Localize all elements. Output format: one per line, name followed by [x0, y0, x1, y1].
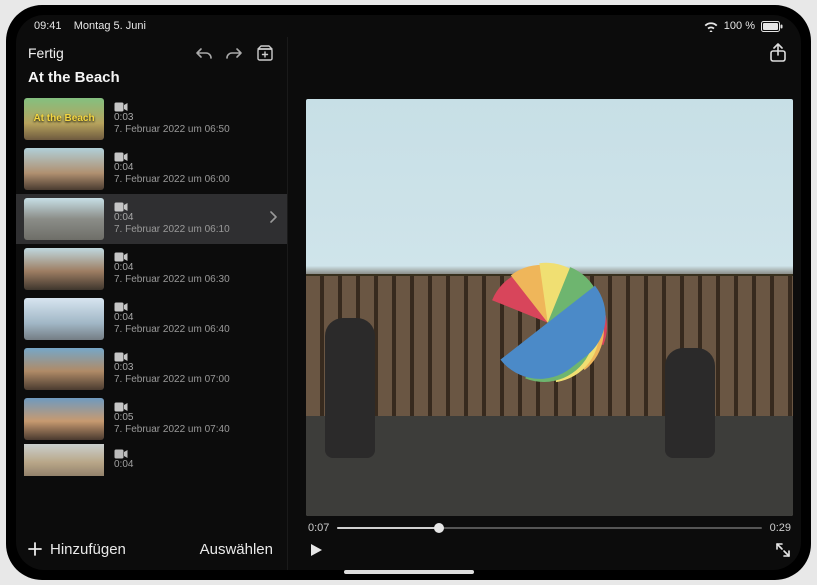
video-icon	[114, 202, 128, 212]
preview-video[interactable]	[306, 99, 793, 516]
video-icon	[114, 302, 128, 312]
clip-row[interactable]: 0:04	[16, 444, 287, 476]
clip-meta: 0:047. Februar 2022 um 06:40	[114, 302, 230, 337]
clip-row[interactable]: 0:047. Februar 2022 um 06:40	[16, 294, 287, 344]
clip-timestamp: 7. Februar 2022 um 06:10	[114, 224, 230, 237]
clip-row[interactable]: 0:057. Februar 2022 um 07:40	[16, 394, 287, 444]
clip-thumbnail	[24, 298, 104, 340]
status-battery-text: 100 %	[724, 20, 755, 32]
clip-thumbnail	[24, 198, 104, 240]
play-button[interactable]	[308, 542, 324, 558]
clip-meta: 0:047. Februar 2022 um 06:30	[114, 252, 230, 287]
clip-thumbnail	[24, 148, 104, 190]
clip-meta: 0:037. Februar 2022 um 07:00	[114, 352, 230, 387]
undo-button[interactable]	[195, 46, 213, 60]
clip-duration: 0:03	[114, 112, 230, 125]
clip-duration: 0:04	[114, 262, 230, 275]
video-icon	[114, 102, 128, 112]
playhead-current-time: 0:07	[308, 522, 329, 534]
video-icon	[114, 402, 128, 412]
clip-timestamp: 7. Februar 2022 um 07:40	[114, 424, 230, 437]
clip-timestamp: 7. Februar 2022 um 07:00	[114, 374, 230, 387]
chevron-right-icon	[269, 210, 277, 228]
clip-row[interactable]: 0:047. Februar 2022 um 06:00	[16, 144, 287, 194]
clip-timestamp: 7. Februar 2022 um 06:50	[114, 124, 230, 137]
clip-duration: 0:04	[114, 459, 133, 472]
video-icon	[114, 449, 128, 459]
clip-thumbnail	[24, 444, 104, 476]
clip-meta: 0:057. Februar 2022 um 07:40	[114, 402, 230, 437]
clip-meta: 0:04	[114, 449, 133, 472]
clip-meta: 0:037. Februar 2022 um 06:50	[114, 102, 230, 137]
clip-duration: 0:04	[114, 312, 230, 325]
wifi-icon	[704, 21, 718, 32]
clip-thumbnail	[24, 398, 104, 440]
video-icon	[114, 152, 128, 162]
clip-timestamp: 7. Februar 2022 um 06:00	[114, 174, 230, 187]
clip-timestamp: 7. Februar 2022 um 06:40	[114, 324, 230, 337]
status-bar: 09:41 Montag 5. Juni 100 %	[16, 15, 801, 37]
fullscreen-button[interactable]	[775, 542, 791, 558]
redo-button[interactable]	[225, 46, 243, 60]
clip-thumbnail	[24, 248, 104, 290]
clip-row[interactable]: 0:037. Februar 2022 um 07:00	[16, 344, 287, 394]
playhead-total-time: 0:29	[770, 522, 791, 534]
clip-thumbnail: At the Beach	[24, 98, 104, 140]
clip-meta: 0:047. Februar 2022 um 06:00	[114, 152, 230, 187]
clip-duration: 0:03	[114, 362, 230, 375]
add-clip-button[interactable]: Hinzufügen	[26, 540, 126, 558]
clip-row[interactable]: At the Beach 0:037. Februar 2022 um 06:50	[16, 94, 287, 144]
clip-meta: 0:047. Februar 2022 um 06:10	[114, 202, 230, 237]
battery-icon	[761, 21, 783, 32]
clip-duration: 0:05	[114, 412, 230, 425]
project-title: At the Beach	[16, 65, 287, 94]
scrubber-track[interactable]	[337, 523, 761, 533]
add-clip-label: Hinzufügen	[50, 541, 126, 558]
plus-icon	[26, 540, 44, 558]
status-time: 09:41	[34, 20, 62, 32]
video-icon	[114, 252, 128, 262]
clip-row[interactable]: 0:047. Februar 2022 um 06:30	[16, 244, 287, 294]
clip-list: At the Beach0:037. Februar 2022 um 06:50…	[16, 94, 287, 530]
status-date: Montag 5. Juni	[74, 20, 146, 32]
video-icon	[114, 352, 128, 362]
preview-pane: 0:07 0:29	[288, 37, 801, 570]
clip-duration: 0:04	[114, 162, 230, 175]
clip-timestamp: 7. Februar 2022 um 06:30	[114, 274, 230, 287]
clip-thumbnail	[24, 348, 104, 390]
select-clips-button[interactable]: Auswählen	[200, 541, 273, 558]
clip-row[interactable]: 0:047. Februar 2022 um 06:10	[16, 194, 287, 244]
sidebar: Fertig At the Beach At the Be	[16, 37, 288, 570]
clip-duration: 0:04	[114, 212, 230, 225]
share-button[interactable]	[769, 43, 787, 63]
add-media-button[interactable]	[255, 45, 275, 61]
done-button[interactable]: Fertig	[28, 45, 64, 61]
